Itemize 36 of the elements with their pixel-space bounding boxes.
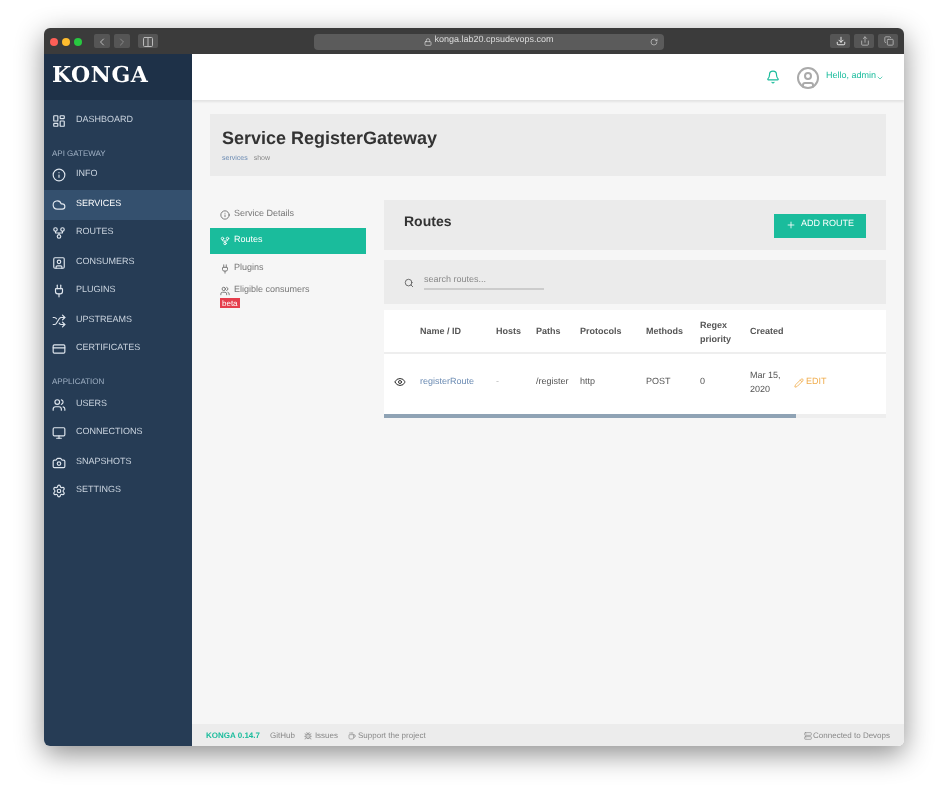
info-icon bbox=[52, 168, 66, 183]
server-icon bbox=[803, 731, 812, 739]
user-icon bbox=[52, 255, 66, 270]
search-icon bbox=[404, 277, 414, 287]
shuffle-icon bbox=[52, 313, 66, 328]
cloud-icon bbox=[52, 197, 66, 212]
view-icon[interactable] bbox=[394, 376, 406, 388]
horizontal-scrollbar[interactable] bbox=[384, 414, 796, 418]
page-title: Service RegisterGateway bbox=[222, 128, 440, 148]
plug-icon bbox=[220, 263, 230, 273]
info-icon bbox=[220, 209, 230, 219]
sidebar-toggle-button[interactable] bbox=[138, 34, 158, 48]
back-button[interactable] bbox=[94, 34, 110, 48]
forward-button[interactable] bbox=[114, 34, 130, 48]
reload-icon[interactable] bbox=[650, 37, 658, 45]
fork-icon bbox=[220, 236, 230, 246]
download-button[interactable] bbox=[830, 34, 850, 48]
coffee-icon bbox=[348, 731, 356, 739]
settings-icon bbox=[52, 484, 66, 499]
camera-icon bbox=[52, 455, 66, 470]
avatar-icon[interactable] bbox=[795, 65, 820, 89]
lock-icon bbox=[424, 37, 433, 45]
bell-icon[interactable] bbox=[765, 70, 780, 84]
dashboard-icon bbox=[52, 113, 66, 128]
logo: KONGA bbox=[44, 54, 192, 100]
card-icon bbox=[52, 342, 66, 357]
monitor-icon bbox=[52, 426, 66, 441]
plug-icon bbox=[52, 284, 66, 299]
users-icon bbox=[220, 286, 230, 296]
bug-icon bbox=[304, 731, 313, 739]
plus-icon bbox=[786, 220, 797, 230]
share-button[interactable] bbox=[854, 34, 874, 48]
users-icon bbox=[52, 397, 66, 412]
tabs-button[interactable] bbox=[878, 34, 898, 48]
fork-icon bbox=[52, 226, 66, 241]
pencil-icon bbox=[794, 377, 804, 387]
